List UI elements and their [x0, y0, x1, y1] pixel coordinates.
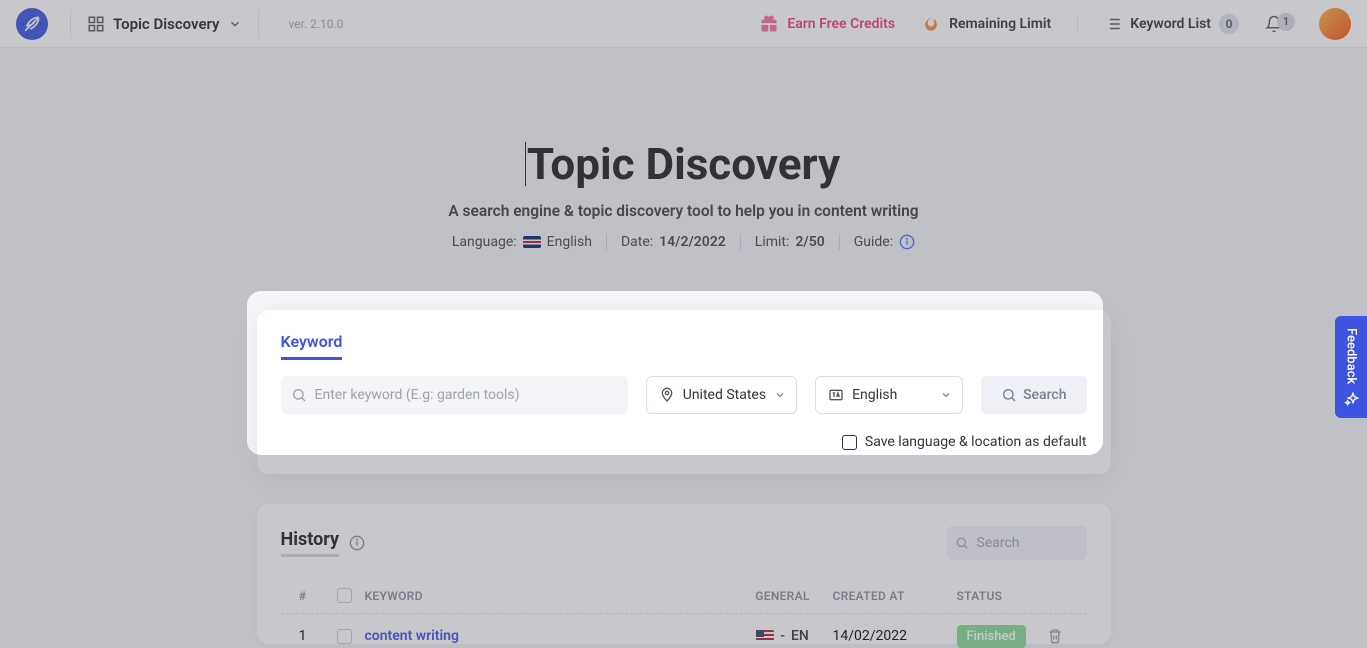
version-text: ver. 2.10.0 [289, 17, 344, 31]
page-subtitle: A search engine & topic discovery tool t… [0, 202, 1367, 220]
keyword-list-link[interactable]: Keyword List 0 [1104, 14, 1239, 34]
keyword-list-count: 0 [1219, 14, 1239, 34]
feedback-label: Feedback [1344, 328, 1359, 384]
table-header: # KEYWORD GENERAL CREATED AT STATUS [281, 578, 1087, 614]
trash-icon[interactable] [1047, 628, 1063, 644]
location-value: United States [683, 387, 766, 403]
history-title: History [281, 529, 340, 557]
meta-row: Language: English Date: 14/2/2022 Limit:… [0, 234, 1367, 250]
list-icon [1104, 15, 1122, 33]
history-header: History [281, 526, 1087, 560]
language-select-value: English [852, 387, 897, 403]
divider [258, 10, 259, 38]
col-general: GENERAL [733, 589, 833, 603]
col-created: CREATED AT [833, 589, 957, 603]
chevron-down-icon [228, 17, 242, 31]
location-icon [659, 387, 675, 403]
save-default-label: Save language & location as default [865, 434, 1087, 450]
history-card: History # KEYWORD GENERAL CREATED AT STA… [257, 504, 1111, 644]
col-status: STATUS [957, 589, 1047, 603]
info-icon [899, 234, 915, 250]
save-default-row: Save language & location as default [281, 434, 1087, 450]
location-select[interactable]: United States [646, 376, 797, 414]
divider [606, 234, 607, 250]
row-lang: EN [791, 628, 809, 644]
page-title: Topic Discovery [527, 138, 840, 190]
remaining-limit-link[interactable]: Remaining Limit [921, 14, 1051, 34]
notification-count: 1 [1277, 13, 1295, 31]
keyword-input-wrap [281, 376, 628, 414]
notifications-button[interactable]: 1 [1265, 15, 1283, 33]
meta-language: Language: English [452, 234, 592, 250]
status-badge: Finished [957, 625, 1026, 648]
section-selector[interactable]: Topic Discovery [79, 11, 250, 37]
flag-uk-icon [523, 236, 541, 248]
main: Topic Discovery A search engine & topic … [0, 48, 1367, 644]
remaining-limit-label: Remaining Limit [949, 16, 1051, 32]
header: Topic Discovery ver. 2.10.0 Earn Free Cr… [0, 0, 1367, 48]
row-delete [1047, 628, 1087, 644]
header-right: Earn Free Credits Remaining Limit Keywor… [759, 8, 1351, 40]
meta-guide[interactable]: Guide: [854, 234, 915, 250]
history-table: # KEYWORD GENERAL CREATED AT STATUS 1 co… [281, 578, 1087, 644]
row-created: 14/02/2022 [833, 628, 957, 644]
language-select[interactable]: English [815, 376, 963, 414]
col-checkbox [325, 588, 365, 603]
tab-keyword[interactable]: Keyword [281, 332, 343, 360]
search-button-label: Search [1023, 387, 1066, 403]
chevron-down-icon [940, 389, 952, 401]
flag-us-icon [756, 630, 774, 642]
divider [70, 10, 71, 38]
search-icon [1001, 387, 1017, 403]
divider [839, 234, 840, 250]
limit-value: 2/50 [795, 234, 824, 250]
app-logo[interactable] [16, 8, 48, 40]
row-general: - EN [733, 628, 833, 644]
earn-credits-label: Earn Free Credits [787, 16, 895, 32]
divider [740, 234, 741, 250]
search-icon [291, 387, 307, 403]
search-button[interactable]: Search [981, 376, 1086, 414]
row-check [325, 629, 365, 644]
save-default-checkbox[interactable] [842, 435, 857, 450]
limit-label: Limit: [755, 234, 790, 250]
guide-label: Guide: [854, 234, 893, 250]
feedback-tab[interactable]: Feedback [1335, 316, 1367, 418]
avatar[interactable] [1319, 8, 1351, 40]
meta-date: Date: 14/2/2022 [621, 234, 726, 250]
table-row: 1 content writing - EN 14/02/2022 Finish… [281, 614, 1087, 644]
grid-icon [87, 15, 105, 33]
language-icon [828, 387, 844, 403]
date-label: Date: [621, 234, 653, 250]
col-num: # [281, 589, 325, 603]
gift-icon [759, 14, 779, 34]
search-card: Keyword United States English Search [257, 310, 1111, 474]
date-value: 14/2/2022 [659, 234, 726, 250]
sparkle-icon [1343, 390, 1359, 406]
divider [1077, 15, 1078, 33]
history-search [947, 526, 1087, 560]
info-icon[interactable] [349, 535, 365, 551]
row-keyword-link[interactable]: content writing [365, 628, 459, 644]
feather-icon [22, 14, 42, 34]
language-label: Language: [452, 234, 517, 250]
chevron-down-icon [774, 389, 786, 401]
row-checkbox[interactable] [337, 629, 352, 644]
row-status: Finished [957, 628, 1047, 644]
row-num: 1 [281, 628, 325, 644]
language-value: English [547, 234, 592, 250]
keyword-list-label: Keyword List [1130, 16, 1211, 32]
search-row: United States English Search [281, 376, 1087, 414]
earn-credits-link[interactable]: Earn Free Credits [759, 14, 895, 34]
meta-limit: Limit: 2/50 [755, 234, 825, 250]
section-label: Topic Discovery [113, 15, 220, 33]
fire-icon [921, 14, 941, 34]
col-keyword: KEYWORD [365, 589, 733, 603]
search-icon [955, 536, 969, 550]
select-all-checkbox[interactable] [337, 588, 352, 603]
keyword-input[interactable] [281, 376, 628, 414]
